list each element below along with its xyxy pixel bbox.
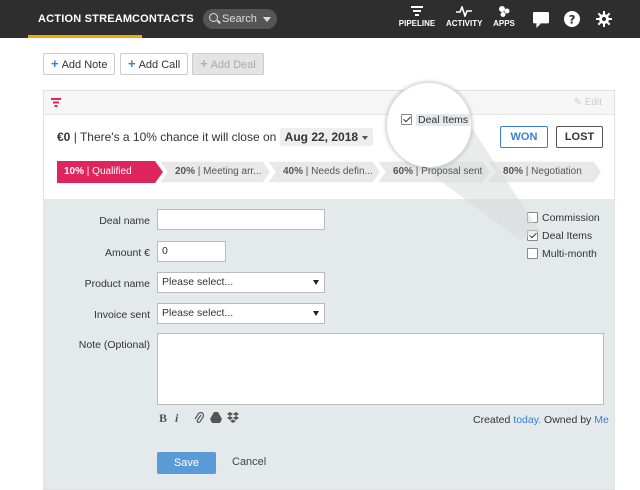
lost-button[interactable]: LOST: [556, 126, 603, 148]
multi-month-checkbox[interactable]: Multi-month: [527, 248, 597, 260]
help-icon[interactable]: ?: [564, 11, 580, 27]
italic-icon[interactable]: i: [175, 411, 178, 426]
gear-icon[interactable]: [596, 11, 612, 27]
note-label: Note (Optional): [78, 339, 150, 351]
search-icon: [209, 13, 218, 22]
owner-link[interactable]: Me: [594, 414, 609, 426]
close-date-picker[interactable]: Aug 22, 2018: [279, 128, 374, 146]
check-icon: [401, 114, 412, 125]
chevron-down-icon: [263, 17, 271, 22]
won-button[interactable]: WON: [500, 126, 548, 148]
bold-icon[interactable]: B: [159, 411, 167, 426]
funnel-icon: [51, 98, 61, 107]
tab-contacts[interactable]: CONTACTS: [132, 0, 194, 38]
amount-label: Amount €: [105, 247, 150, 259]
save-button[interactable]: Save: [157, 452, 216, 474]
tab-action-stream[interactable]: ACTION STREAM: [28, 0, 143, 38]
note-toolbar: B i: [159, 411, 249, 425]
stage-qualified[interactable]: 10% | Qualified: [57, 161, 163, 183]
chat-icon[interactable]: [533, 12, 549, 28]
created-owned-info: Created today. Owned by Me: [473, 414, 609, 426]
search-input[interactable]: Search: [203, 9, 277, 29]
pencil-icon: ✎: [573, 97, 582, 108]
created-date-link[interactable]: today.: [513, 414, 541, 426]
callout-deal-items-checkbox: Deal Items: [401, 114, 471, 126]
note-textarea[interactable]: [157, 333, 604, 405]
panel-header: ✎ Edit: [44, 91, 614, 115]
deal-name-label: Deal name: [99, 215, 150, 227]
add-note-button[interactable]: + Add Note: [43, 53, 116, 75]
invoice-select[interactable]: Please select...: [157, 303, 325, 324]
pipeline-stages: 10% | Qualified 20% | Meeting arr... 40%…: [57, 161, 602, 183]
product-select[interactable]: Please select...: [157, 272, 325, 293]
stage-negotiation[interactable]: 80% | Negotiation: [487, 161, 602, 183]
nav-pipeline[interactable]: PIPELINE: [398, 6, 436, 28]
deal-panel: ✎ Edit €0 | There's a 10% chance it will…: [43, 90, 615, 490]
chance-text: There's a 10% chance it will close on: [79, 130, 277, 144]
svg-text:?: ?: [569, 12, 576, 26]
plus-icon: +: [128, 56, 136, 71]
plus-icon: +: [200, 56, 208, 71]
edit-link[interactable]: ✎ Edit: [574, 97, 602, 108]
stage-needs[interactable]: 40% | Needs defin...: [267, 161, 381, 183]
nav-apps[interactable]: APPS: [492, 6, 516, 28]
apps-icon: [499, 6, 510, 17]
magnifier-callout: Deal Items: [386, 82, 472, 168]
chevron-down-icon: [313, 280, 319, 285]
dropbox-icon[interactable]: [227, 412, 239, 423]
close-chance-line: €0 | There's a 10% chance it will close …: [57, 128, 374, 146]
chevron-down-icon: [362, 135, 369, 140]
attach-icon[interactable]: [194, 412, 204, 424]
invoice-label: Invoice sent: [93, 309, 150, 321]
commission-checkbox[interactable]: Commission: [527, 212, 600, 224]
deal-amount: €0: [57, 130, 71, 144]
drive-icon[interactable]: [210, 412, 222, 423]
plus-icon: +: [51, 56, 59, 71]
nav-activity[interactable]: ACTIVITY: [446, 6, 482, 28]
chevron-down-icon: [313, 311, 319, 316]
add-deal-button[interactable]: + Add Deal: [192, 53, 264, 75]
pulse-icon: [456, 6, 472, 17]
stage-meeting[interactable]: 20% | Meeting arr...: [159, 161, 271, 183]
funnel-icon: [411, 6, 423, 16]
product-label: Product name: [84, 278, 150, 290]
cancel-button[interactable]: Cancel: [232, 456, 266, 468]
top-nav: ACTION STREAM CONTACTS Search PIPELINE A…: [0, 0, 640, 38]
deal-name-input[interactable]: [157, 209, 325, 230]
amount-input[interactable]: 0: [157, 241, 226, 262]
add-call-button[interactable]: + Add Call: [120, 53, 189, 75]
check-icon: [527, 230, 538, 241]
deal-items-checkbox[interactable]: Deal Items: [527, 230, 592, 242]
